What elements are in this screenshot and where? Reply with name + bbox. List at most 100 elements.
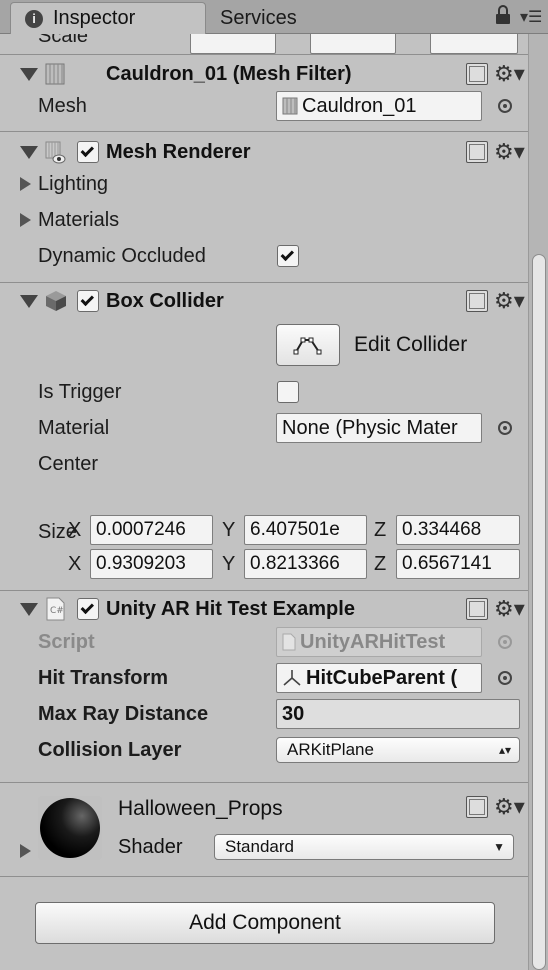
mesh-icon [45, 63, 65, 85]
object-picker-icon[interactable] [498, 421, 512, 435]
box-collider-enabled-checkbox[interactable] [77, 290, 99, 312]
fold-arrow-icon[interactable] [20, 602, 38, 616]
tab-inspector[interactable]: i Inspector [10, 2, 206, 34]
lighting-foldout[interactable]: Lighting [0, 168, 528, 200]
fold-arrow-icon[interactable] [20, 213, 31, 227]
size-x-field[interactable]: 0.9309203 [90, 549, 213, 579]
shader-label: Shader [118, 836, 183, 858]
material-sphere-icon [40, 798, 100, 858]
inspector-content: Scale Cauldron_01 (Mesh Filter) ⚙▾ Mesh … [0, 34, 528, 970]
edit-collider-label: Edit Collider [354, 333, 468, 356]
scroll-thumb[interactable] [532, 254, 546, 970]
center-label-row: Center [0, 448, 528, 480]
mesh-value: Cauldron_01 [302, 94, 417, 117]
divider [0, 54, 528, 55]
collision-layer-label: Collision Layer [38, 738, 182, 761]
edit-collider-button[interactable] [276, 324, 340, 366]
materials-foldout[interactable]: Materials [0, 204, 528, 236]
box-collider-title: Box Collider [106, 289, 224, 312]
max-ray-value: 30 [282, 702, 305, 725]
shader-dropdown[interactable]: Standard ▼ [214, 834, 514, 860]
divider [0, 131, 528, 132]
script-icon: C# [46, 597, 65, 621]
size-values-row: X 0.9309203 Y 0.8213366 Z 0.6567141 [0, 548, 528, 580]
box-icon [46, 291, 66, 311]
menu-icon[interactable]: ▾☰ [520, 10, 544, 26]
scale-z-field[interactable] [430, 34, 518, 54]
tab-inspector-label: Inspector [53, 7, 136, 29]
info-icon: i [25, 9, 43, 28]
mesh-icon [282, 97, 298, 115]
max-ray-field[interactable]: 30 [276, 699, 520, 729]
scale-x-field[interactable] [190, 34, 276, 54]
center-label: Center [38, 452, 99, 475]
is-trigger-label: Is Trigger [38, 380, 122, 403]
add-component-button[interactable]: Add Component [35, 902, 495, 944]
scale-y-field[interactable] [310, 34, 396, 54]
updown-arrow-icon: ▴▾ [498, 743, 511, 757]
size-y-field[interactable]: 0.8213366 [244, 549, 367, 579]
ar-hit-test-enabled-checkbox[interactable] [77, 598, 99, 620]
object-picker-icon [498, 635, 512, 649]
collider-material-value: None (Physic Mater [282, 416, 458, 439]
size-z-field[interactable]: 0.6567141 [396, 549, 520, 579]
is-trigger-row: Is Trigger [0, 376, 528, 408]
mesh-field[interactable]: Cauldron_01 [276, 91, 482, 121]
help-icon[interactable] [466, 63, 488, 85]
gear-icon[interactable]: ⚙▾ [494, 62, 525, 86]
materials-label: Materials [38, 208, 120, 231]
help-icon[interactable] [466, 796, 488, 818]
script-label: Script [38, 630, 95, 653]
help-icon[interactable] [466, 141, 488, 163]
collision-layer-row: Collision Layer ARKitPlane ▴▾ [0, 734, 528, 766]
fold-arrow-icon[interactable] [20, 294, 38, 308]
size-z-value: 0.6567141 [402, 553, 492, 574]
svg-text:C#: C# [50, 606, 64, 616]
mesh-renderer-title: Mesh Renderer [106, 140, 251, 163]
ar-hit-test-header[interactable]: C# Unity AR Hit Test Example ⚙▾ [0, 591, 528, 627]
gear-icon[interactable]: ⚙▾ [494, 795, 525, 819]
hit-transform-label: Hit Transform [38, 666, 169, 689]
fold-arrow-icon[interactable] [20, 67, 38, 81]
hit-transform-row: Hit Transform HitCubeParent ( [0, 662, 528, 694]
max-ray-label: Max Ray Distance [38, 702, 209, 725]
size-y-value: 0.8213366 [250, 553, 340, 574]
object-picker-icon[interactable] [498, 99, 512, 113]
gear-icon[interactable]: ⚙▾ [494, 140, 525, 164]
help-icon[interactable] [466, 598, 488, 620]
mesh-filter-title: Cauldron_01 (Mesh Filter) [106, 62, 352, 85]
scale-label: Scale [38, 34, 89, 47]
lock-icon[interactable] [496, 5, 510, 25]
mesh-renderer-enabled-checkbox[interactable] [77, 141, 99, 163]
is-trigger-checkbox[interactable] [277, 381, 299, 403]
gear-icon[interactable]: ⚙▾ [494, 597, 525, 621]
collision-layer-dropdown[interactable]: ARKitPlane ▴▾ [276, 737, 520, 763]
box-collider-header[interactable]: Box Collider ⚙▾ [0, 283, 528, 319]
edit-collider-icon [293, 337, 322, 355]
material-preview [38, 796, 102, 860]
size-label-row: Size [0, 516, 528, 548]
transform-icon [283, 670, 301, 686]
hit-transform-field[interactable]: HitCubeParent ( [276, 663, 482, 693]
gear-icon[interactable]: ⚙▾ [494, 289, 525, 313]
script-value: UnityARHitTest [300, 630, 446, 653]
chevron-down-icon: ▼ [493, 840, 505, 854]
collider-material-field[interactable]: None (Physic Mater [276, 413, 482, 443]
help-icon[interactable] [466, 290, 488, 312]
mesh-renderer-header[interactable]: Mesh Renderer ⚙▾ [0, 134, 528, 170]
mesh-filter-header[interactable]: Cauldron_01 (Mesh Filter) ⚙▾ [0, 56, 528, 92]
scale-row: Scale [0, 34, 528, 54]
lighting-label: Lighting [38, 172, 109, 195]
tab-services[interactable]: Services [220, 2, 297, 34]
fold-arrow-icon[interactable] [20, 844, 31, 858]
tab-services-label: Services [220, 6, 297, 29]
object-picker-icon[interactable] [498, 671, 512, 685]
mesh-row: Mesh Cauldron_01 [0, 90, 528, 122]
dynamic-occluded-checkbox[interactable] [277, 245, 299, 267]
fold-arrow-icon[interactable] [20, 177, 31, 191]
scrollbar[interactable] [528, 34, 548, 970]
script-icon [282, 633, 296, 651]
fold-arrow-icon[interactable] [20, 145, 38, 159]
collider-material-row: Material None (Physic Mater [0, 412, 528, 444]
mesh-renderer-icon [45, 141, 66, 164]
